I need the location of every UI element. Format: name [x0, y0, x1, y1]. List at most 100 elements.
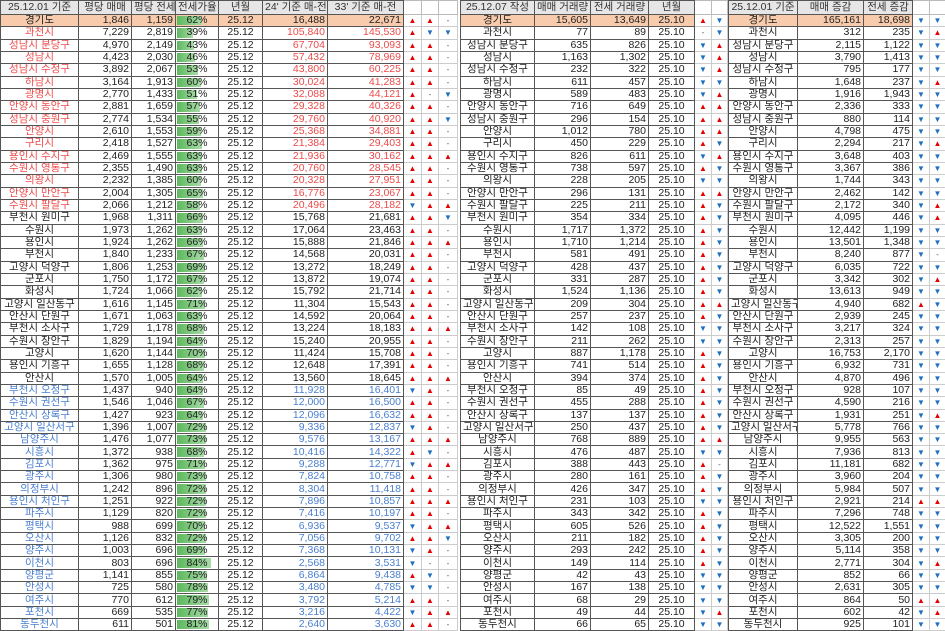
- sale-listing-change: 312: [797, 26, 864, 40]
- jeonse-volume: 13,649: [590, 13, 649, 28]
- sale-volume: 331: [534, 272, 591, 287]
- table-row: 용인시 1,924 1,262 66% 25.12 15,888 21,846 ▲ ▲ ▲: [0, 235, 458, 250]
- blank-header: [694, 0, 712, 15]
- gap-33-pyeong: 34,881: [327, 124, 404, 139]
- down-triangle-icon: ▼: [933, 16, 942, 26]
- down-triangle-icon: ▼: [933, 299, 942, 309]
- down-arrow-cell: ▼: [403, 383, 422, 398]
- down-arrow-cell: ▼: [694, 50, 712, 65]
- down-triangle-icon: ▼: [715, 546, 724, 556]
- region-name: 포천시: [728, 605, 798, 620]
- column-header: 24' 기준 매-전: [262, 0, 328, 15]
- up-triangle-icon: ▲: [408, 620, 417, 630]
- table-row: 여주시 864 50 ▲ ▲: [728, 593, 945, 607]
- no-change-cell: -: [711, 457, 728, 472]
- jeonse-price-per-pyeong: 1,233: [131, 248, 176, 262]
- table-row: 광명시 589 483 25.10 ▼ ▲: [460, 87, 728, 102]
- up-arrow-cell: ▲: [421, 174, 439, 188]
- jeonse-ratio-value: 43%: [186, 39, 208, 51]
- year-month: 25.12: [218, 100, 263, 114]
- down-arrow-cell: ▼: [912, 433, 930, 447]
- up-triangle-icon: ▲: [933, 410, 942, 420]
- up-triangle-icon: ▲: [426, 533, 434, 543]
- up-triangle-icon: ▲: [444, 373, 452, 383]
- down-triangle-icon: ▼: [444, 28, 452, 38]
- up-arrow-cell: ▲: [421, 309, 439, 324]
- jeonse-volume: 287: [590, 272, 649, 287]
- sale-volume: 42: [534, 568, 591, 583]
- jeonse-price-per-pyeong: 1,527: [131, 137, 176, 151]
- down-arrow-cell: ▼: [912, 198, 930, 213]
- gap-24-pyeong: 20,760: [262, 161, 328, 176]
- up-arrow-cell: ▲: [912, 297, 930, 311]
- jeonse-volume: 138: [590, 581, 649, 595]
- jeonse-ratio: 64%: [175, 371, 219, 385]
- down-triangle-icon: ▼: [426, 447, 434, 457]
- gap-24-pyeong: 7,896: [262, 494, 328, 509]
- column-header: 년월: [218, 0, 263, 15]
- column-header: 25.12.07 작성: [460, 0, 535, 15]
- up-triangle-icon: ▲: [715, 435, 724, 445]
- jeonse-price-per-pyeong: 1,046: [131, 396, 176, 410]
- up-triangle-icon: ▲: [426, 410, 434, 420]
- up-arrow-cell: ▲: [438, 322, 458, 336]
- jeonse-price-per-pyeong: 1,005: [131, 371, 176, 385]
- down-arrow-cell: ▼: [694, 445, 712, 459]
- down-triangle-icon: ▼: [917, 287, 925, 297]
- down-triangle-icon: ▼: [715, 570, 724, 580]
- up-arrow-cell: ▲: [421, 112, 439, 126]
- down-arrow-cell: ▼: [438, 531, 458, 546]
- table-row: 양주시 5,114 358 ▼ ▼: [728, 544, 945, 558]
- up-triangle-icon: ▲: [699, 349, 707, 359]
- jeonse-ratio: 70%: [175, 346, 219, 361]
- table-row: 고양시 일산동구 1,616 1,145 71% 25.12 11,304 15,543 ▲ ▲…: [0, 297, 458, 311]
- year-month: 25.12: [218, 494, 263, 509]
- jeonse-ratio-value: 63%: [186, 162, 208, 175]
- table-row: 남양주시 768 889 25.10 ▲ ▲: [460, 433, 728, 447]
- jeonse-price-per-pyeong: 1,159: [131, 13, 176, 28]
- table-row: 성남시 수정구 795 177 ▼ ▼: [728, 63, 945, 77]
- jeonse-listing-change: 18,698: [863, 13, 913, 28]
- down-arrow-cell: ▼: [912, 618, 930, 631]
- sale-volume: 250: [534, 420, 591, 435]
- jeonse-price-per-pyeong: 1,433: [131, 87, 176, 102]
- jeonse-ratio-value: 71%: [186, 298, 208, 310]
- down-triangle-icon: ▼: [917, 225, 925, 235]
- blank-header: [929, 0, 945, 15]
- table-row: 의왕시 228 205 25.10 ▼ ▼: [460, 174, 728, 188]
- up-triangle-icon: ▲: [408, 164, 417, 174]
- down-arrow-cell: ▼: [711, 408, 728, 422]
- down-arrow-cell: ▼: [929, 618, 945, 631]
- jeonse-price-per-pyeong: 1,659: [131, 100, 176, 114]
- year-month: 25.10: [648, 359, 695, 373]
- sale-price-per-pyeong: 770: [78, 593, 132, 607]
- jeonse-ratio-value: 84%: [186, 556, 208, 569]
- down-triangle-icon: ▼: [444, 114, 452, 124]
- no-change-cell: -: [438, 285, 458, 299]
- no-change-cell: -: [438, 593, 458, 607]
- year-month: 25.12: [218, 297, 263, 311]
- down-arrow-cell: ▼: [912, 346, 930, 361]
- up-arrow-cell: ▲: [438, 519, 458, 533]
- down-arrow-cell: ▼: [912, 507, 930, 521]
- region-name: 고양시 덕양구: [460, 260, 535, 274]
- down-triangle-icon: ▼: [917, 484, 925, 494]
- year-month: 25.10: [648, 482, 695, 496]
- up-triangle-icon: ▲: [715, 151, 724, 161]
- up-arrow-cell: ▲: [694, 371, 712, 385]
- table-row: 안양시 2,610 1,553 59% 25.12 25,368 34,881 ▲ ▲ -: [0, 124, 458, 139]
- up-triangle-icon: ▲: [426, 509, 434, 519]
- sale-volume: 426: [534, 482, 591, 496]
- no-change-cell: -: [438, 137, 458, 151]
- down-arrow-cell: ▼: [711, 544, 728, 558]
- up-triangle-icon: ▲: [715, 102, 724, 112]
- up-triangle-icon: ▲: [699, 238, 707, 248]
- gap-24-pyeong: 9,336: [262, 420, 328, 435]
- down-triangle-icon: ▼: [699, 336, 707, 346]
- up-arrow-cell: ▲: [421, 186, 439, 200]
- jeonse-price-per-pyeong: 1,077: [131, 433, 176, 447]
- sale-listing-change: 4,095: [797, 211, 864, 225]
- down-arrow-cell: ▼: [711, 618, 728, 631]
- jeonse-ratio-value: 77%: [186, 606, 208, 618]
- up-triangle-icon: ▲: [426, 53, 434, 63]
